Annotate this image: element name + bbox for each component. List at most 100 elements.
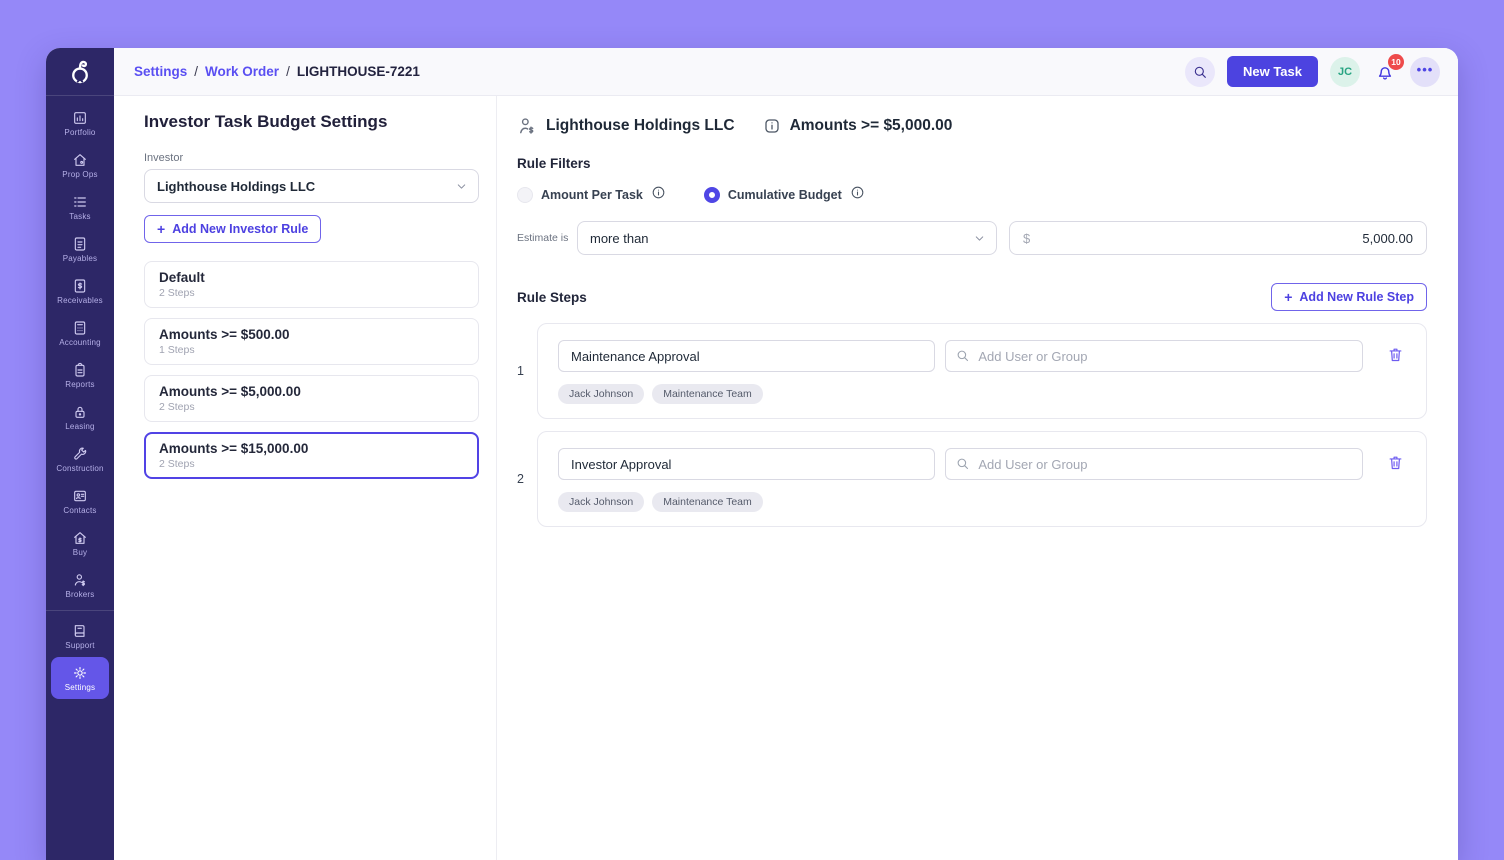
new-task-button[interactable]: New Task — [1227, 56, 1318, 87]
sidebar-item-accounting[interactable]: Accounting — [51, 312, 109, 354]
invoice-icon — [72, 236, 88, 252]
house-icon — [72, 152, 88, 168]
search-icon — [955, 456, 970, 471]
rule-card-15000[interactable]: Amounts >= $15,000.00 2 Steps — [144, 432, 479, 479]
sidebar-item-payables[interactable]: Payables — [51, 228, 109, 270]
sidebar-item-prop-ops[interactable]: Prop Ops — [51, 144, 109, 186]
detail-investor-name: Lighthouse Holdings LLC — [546, 117, 735, 135]
rule-card-default[interactable]: Default 2 Steps — [144, 261, 479, 308]
estimate-label: Estimate is — [517, 232, 577, 244]
app-window: Portfolio Prop Ops Tasks Payables Receiv… — [46, 48, 1458, 860]
investor-select-value: Lighthouse Holdings LLC — [157, 179, 315, 194]
assignee-tag[interactable]: Maintenance Team — [652, 492, 763, 512]
estimate-operator-select[interactable]: more than — [577, 221, 997, 255]
clipboard-icon — [72, 362, 88, 378]
sidebar-item-brokers[interactable]: Brokers — [51, 564, 109, 606]
sidebar-item-portfolio[interactable]: Portfolio — [51, 102, 109, 144]
step-number: 1 — [517, 323, 537, 419]
investor-field-label: Investor — [144, 152, 479, 164]
sidebar: Portfolio Prop Ops Tasks Payables Receiv… — [46, 48, 114, 860]
page-title: Investor Task Budget Settings — [144, 112, 479, 132]
sidebar-item-contacts[interactable]: Contacts — [51, 480, 109, 522]
estimate-amount-field[interactable]: $ — [1009, 221, 1427, 255]
assignee-tags: Jack Johnson Maintenance Team — [558, 492, 1406, 512]
chevron-down-icon — [455, 180, 468, 196]
assignee-tag[interactable]: Jack Johnson — [558, 384, 644, 404]
step-name-input[interactable] — [558, 340, 935, 372]
assignee-search-input[interactable] — [945, 448, 1363, 480]
estimate-row: Estimate is more than $ — [517, 221, 1427, 255]
notification-badge: 10 — [1388, 54, 1404, 70]
sidebar-item-leasing[interactable]: Leasing — [51, 396, 109, 438]
rule-card-500[interactable]: Amounts >= $500.00 1 Steps — [144, 318, 479, 365]
step-name-input[interactable] — [558, 448, 935, 480]
topbar-actions: New Task JC 10 ••• — [1185, 56, 1440, 87]
main-area: Settings / Work Order / LIGHTHOUSE-7221 … — [114, 48, 1458, 860]
rule-card-5000[interactable]: Amounts >= $5,000.00 2 Steps — [144, 375, 479, 422]
rule-step-row: 2 Jack Joh — [517, 431, 1427, 527]
rule-detail-panel: Lighthouse Holdings LLC Amounts >= $5,00… — [497, 96, 1458, 860]
search-button[interactable] — [1185, 57, 1215, 87]
info-circle-icon[interactable] — [651, 185, 666, 205]
notifications-button[interactable]: 10 — [1372, 57, 1398, 87]
ellipsis-icon: ••• — [1417, 62, 1434, 77]
sidebar-item-settings[interactable]: Settings — [51, 657, 109, 699]
calculator-icon — [72, 320, 88, 336]
detail-rule-name: Amounts >= $5,000.00 — [790, 117, 953, 135]
assignee-tags: Jack Johnson Maintenance Team — [558, 384, 1406, 404]
estimate-amount-input[interactable] — [1030, 231, 1413, 246]
plus-icon: + — [1284, 290, 1292, 304]
radio-unchecked[interactable] — [517, 187, 533, 203]
sidebar-nav: Portfolio Prop Ops Tasks Payables Receiv… — [46, 96, 114, 699]
topbar: Settings / Work Order / LIGHTHOUSE-7221 … — [114, 48, 1458, 96]
sidebar-divider — [46, 610, 114, 611]
sidebar-item-buy[interactable]: Buy — [51, 522, 109, 564]
sidebar-item-support[interactable]: Support — [51, 615, 109, 657]
app-logo[interactable] — [46, 48, 114, 96]
content: Investor Task Budget Settings Investor L… — [114, 96, 1458, 860]
sidebar-item-construction[interactable]: Construction — [51, 438, 109, 480]
step-number: 2 — [517, 431, 537, 527]
add-rule-step-button[interactable]: + Add New Rule Step — [1271, 283, 1427, 311]
assignee-search-input[interactable] — [945, 340, 1363, 372]
rule-step-row: 1 Jack Joh — [517, 323, 1427, 419]
radio-checked[interactable] — [704, 187, 720, 203]
house-dollar-icon — [72, 530, 88, 546]
trash-icon — [1387, 454, 1404, 471]
sidebar-item-tasks[interactable]: Tasks — [51, 186, 109, 228]
breadcrumb-current: LIGHTHOUSE-7221 — [297, 64, 420, 79]
dollar-doc-icon — [72, 278, 88, 294]
search-icon — [955, 348, 970, 363]
wrench-icon — [72, 446, 88, 462]
rule-filters-radios: Amount Per Task Cumulative Budget — [517, 185, 1427, 205]
add-investor-rule-button[interactable]: + Add New Investor Rule — [144, 215, 321, 243]
radio-cumulative-budget[interactable]: Cumulative Budget — [704, 185, 865, 205]
rule-filters-title: Rule Filters — [517, 156, 1427, 171]
step-card: Jack Johnson Maintenance Team — [537, 431, 1427, 527]
assignee-search[interactable] — [945, 448, 1363, 480]
gear-icon — [72, 665, 88, 681]
investor-select[interactable]: Lighthouse Holdings LLC — [144, 169, 479, 203]
rule-steps-title: Rule Steps — [517, 290, 587, 305]
sidebar-item-receivables[interactable]: Receivables — [51, 270, 109, 312]
info-square-icon — [763, 117, 781, 135]
more-menu-button[interactable]: ••• — [1410, 57, 1440, 87]
checklist-icon — [72, 194, 88, 210]
breadcrumb: Settings / Work Order / LIGHTHOUSE-7221 — [134, 64, 420, 79]
search-icon — [1192, 64, 1208, 80]
assignee-tag[interactable]: Maintenance Team — [652, 384, 763, 404]
investor-person-icon — [517, 116, 537, 136]
breadcrumb-work-order[interactable]: Work Order — [205, 64, 279, 79]
trash-icon — [1387, 346, 1404, 363]
delete-step-button[interactable] — [1385, 452, 1406, 476]
delete-step-button[interactable] — [1385, 344, 1406, 368]
sidebar-item-reports[interactable]: Reports — [51, 354, 109, 396]
assignee-search[interactable] — [945, 340, 1363, 372]
assignee-tag[interactable]: Jack Johnson — [558, 492, 644, 512]
avatar[interactable]: JC — [1330, 57, 1360, 87]
info-circle-icon[interactable] — [850, 185, 865, 205]
step-card: Jack Johnson Maintenance Team — [537, 323, 1427, 419]
rule-detail-header: Lighthouse Holdings LLC Amounts >= $5,00… — [517, 116, 1427, 136]
radio-amount-per-task[interactable]: Amount Per Task — [517, 185, 666, 205]
breadcrumb-settings[interactable]: Settings — [134, 64, 187, 79]
